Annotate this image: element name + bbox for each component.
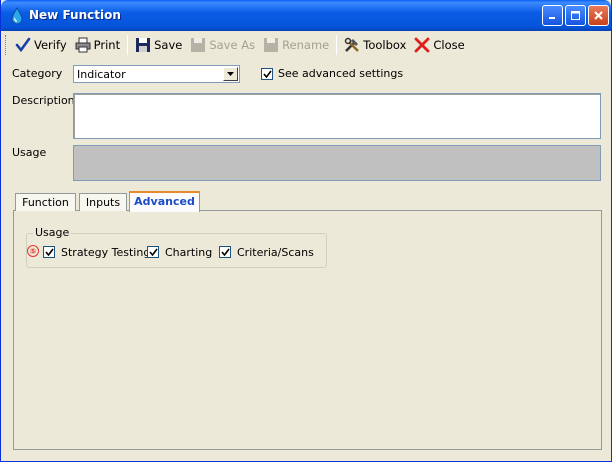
title-bar[interactable]: New Function — [1, 0, 611, 31]
tab-function[interactable]: Function — [15, 193, 76, 211]
criteria-scans-checkbox[interactable] — [219, 246, 231, 258]
minimize-icon — [549, 17, 555, 19]
floppy-disabled-icon — [190, 37, 206, 53]
print-button[interactable]: Print — [71, 34, 124, 56]
usage-field — [73, 145, 601, 181]
charting-checkbox[interactable] — [147, 246, 159, 258]
strategy-testing-label: Strategy Testing — [61, 246, 151, 259]
checkmark-icon — [148, 248, 158, 256]
minimize-button[interactable] — [542, 5, 563, 26]
advanced-settings-checkbox[interactable] — [261, 68, 273, 80]
usage-label: Usage — [12, 146, 47, 159]
category-value: Indicator — [77, 68, 126, 81]
category-label: Category — [12, 67, 63, 80]
verify-button[interactable]: Verify — [11, 34, 71, 56]
checkmark-icon — [262, 70, 272, 78]
red-x-icon — [414, 37, 430, 53]
save-button[interactable]: Save — [131, 34, 186, 56]
tab-advanced[interactable]: Advanced — [129, 191, 200, 212]
charting-label: Charting — [165, 246, 213, 259]
checkmark-icon — [15, 37, 31, 53]
advanced-settings-label: See advanced settings — [278, 67, 404, 80]
checkmark-icon — [44, 248, 54, 256]
rename-disabled-icon — [263, 37, 279, 53]
printer-icon — [75, 37, 91, 53]
close-button[interactable]: Close — [410, 34, 468, 56]
description-field[interactable] — [73, 93, 601, 139]
criteria-scans-label: Criteria/Scans — [237, 246, 314, 259]
annotation-marker: ⑤ — [27, 245, 39, 257]
new-function-window: New Function Verify Print Save Save As R… — [0, 0, 612, 462]
app-drop-icon — [11, 7, 23, 25]
strategy-testing-checkbox[interactable] — [43, 246, 55, 258]
print-label: Print — [93, 38, 121, 52]
verify-label: Verify — [34, 38, 67, 52]
rename-button[interactable]: Rename — [259, 34, 333, 56]
chevron-down-icon[interactable] — [223, 67, 238, 81]
toolbar-grip[interactable] — [5, 35, 8, 55]
category-select[interactable]: Indicator — [73, 65, 240, 83]
toolbar-separator — [127, 35, 129, 55]
close-label: Close — [433, 38, 465, 52]
save-label: Save — [154, 38, 183, 52]
window-title: New Function — [29, 8, 121, 22]
save-as-label: Save As — [209, 38, 256, 52]
maximize-icon — [571, 11, 580, 20]
toolbar: Verify Print Save Save As Rename Toolbox… — [5, 32, 609, 58]
save-as-button[interactable]: Save As — [186, 34, 259, 56]
toolbox-label: Toolbox — [363, 38, 407, 52]
rename-label: Rename — [282, 38, 330, 52]
checkmark-icon — [220, 248, 230, 256]
description-label: Description — [12, 94, 75, 107]
usage-group-title: Usage — [33, 226, 72, 239]
toolbox-button[interactable]: Toolbox — [340, 34, 410, 56]
close-icon — [594, 11, 603, 20]
tab-inputs[interactable]: Inputs — [79, 193, 127, 211]
close-window-button[interactable] — [588, 5, 609, 26]
tools-icon — [344, 37, 360, 53]
floppy-icon — [135, 37, 151, 53]
maximize-button[interactable] — [565, 5, 586, 26]
toolbar-separator — [336, 35, 338, 55]
